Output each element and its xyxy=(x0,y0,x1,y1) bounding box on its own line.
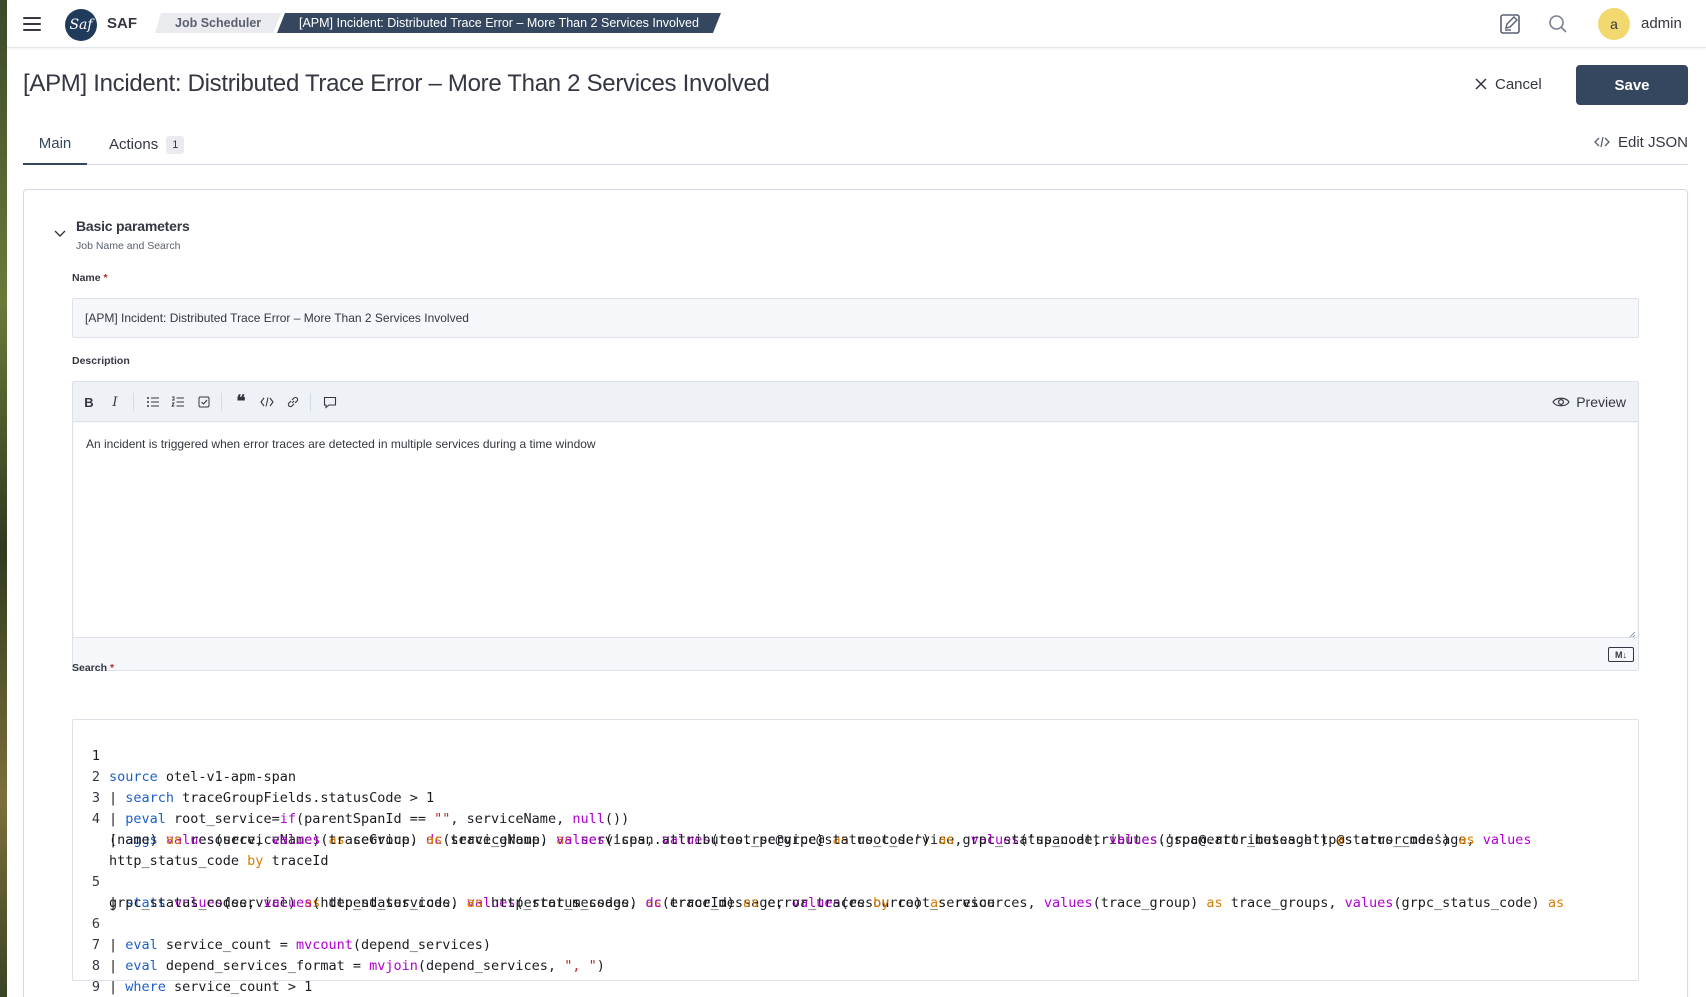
comment-icon[interactable] xyxy=(320,392,340,412)
cancel-label: Cancel xyxy=(1495,75,1542,93)
description-editor: B I ❝ Preview An incident is triggered w… xyxy=(72,381,1639,671)
toolbar-divider xyxy=(133,393,134,411)
bullet-list-icon[interactable] xyxy=(143,392,163,412)
edit-json-button[interactable]: Edit JSON xyxy=(1594,124,1688,160)
saf-logo: Saf xyxy=(65,9,97,41)
description-textarea[interactable]: An incident is triggered when error trac… xyxy=(74,423,1637,638)
breadcrumb-current-job[interactable]: [APM] Incident: Distributed Trace Error … xyxy=(277,13,721,33)
code-line: (name) as resource, values(traceGroup) a… xyxy=(73,809,1638,848)
line-number: 9 xyxy=(91,979,100,995)
code-token: where xyxy=(125,979,166,995)
chevron-down-icon[interactable] xyxy=(52,225,68,241)
required-mark: * xyxy=(103,272,108,284)
resize-handle[interactable] xyxy=(1628,626,1636,639)
page-title: [APM] Incident: Distributed Trace Error … xyxy=(23,70,770,97)
code-line: 9 | rename root_service as service xyxy=(73,956,1638,995)
notes-icon[interactable] xyxy=(1498,12,1522,36)
name-label-text: Name xyxy=(72,272,101,284)
tab-actions-label: Actions xyxy=(109,136,159,153)
user-avatar[interactable]: a xyxy=(1598,8,1630,40)
bold-button[interactable]: B xyxy=(79,392,99,412)
markdown-toolbar: B I ❝ Preview xyxy=(73,382,1638,422)
code-line: http_status_code by traceId xyxy=(73,830,1638,869)
code-line: 5 | stats values(service) as depend_serv… xyxy=(73,851,1638,911)
code-line: 8 | where service_count > 1 xyxy=(73,935,1638,995)
brand-name: SAF xyxy=(107,15,137,32)
breadcrumb-job-scheduler[interactable]: Job Scheduler xyxy=(155,13,281,33)
code-line: 4 | aggs values(serviceName) as service,… xyxy=(73,788,1638,848)
search-label: Search * xyxy=(72,662,114,674)
code-token: service_count > 1 xyxy=(165,979,313,995)
markdown-badge: M↓ xyxy=(1608,647,1634,662)
name-input[interactable] xyxy=(72,298,1639,338)
actions-count-badge: 1 xyxy=(166,135,185,154)
edit-json-label: Edit JSON xyxy=(1617,133,1688,151)
name-label: Name * xyxy=(72,272,108,284)
code-line: 6 | eval service_count = mvcount(depend_… xyxy=(73,893,1638,953)
preview-label: Preview xyxy=(1576,394,1626,410)
save-button[interactable]: Save xyxy=(1576,65,1688,105)
close-icon xyxy=(1475,78,1487,90)
tab-main-label: Main xyxy=(38,135,72,152)
section-title[interactable]: Basic parameters xyxy=(76,218,190,234)
desktop-edge xyxy=(0,0,7,997)
search-label-text: Search xyxy=(72,662,108,674)
italic-button[interactable]: I xyxy=(105,392,125,412)
cancel-button[interactable]: Cancel xyxy=(1475,70,1542,98)
search-query-editor[interactable]: 1 source otel-v1-apm-span 2 | search tra… xyxy=(72,719,1639,995)
top-header: Saf SAF Job Scheduler [APM] Incident: Di… xyxy=(7,0,1706,48)
required-mark: * xyxy=(109,662,115,674)
code-icon xyxy=(1594,136,1610,148)
code-line: grpc_status_codes, values(http_status_co… xyxy=(73,872,1638,911)
username[interactable]: admin xyxy=(1641,15,1682,32)
code-line: 2 | search traceGroupFields.statusCode >… xyxy=(73,746,1638,806)
toolbar-divider xyxy=(310,393,311,411)
toolbar-divider xyxy=(221,393,222,411)
section-subtitle: Job Name and Search xyxy=(76,240,181,252)
code-line: 1 source otel-v1-apm-span xyxy=(73,725,1638,785)
search-icon[interactable] xyxy=(1546,12,1570,36)
app-window: Saf SAF Job Scheduler [APM] Incident: Di… xyxy=(7,0,1706,997)
tab-actions[interactable]: Actions 1 xyxy=(109,124,185,165)
description-label: Description xyxy=(72,355,130,367)
markdown-footer: M↓ xyxy=(73,637,1638,670)
preview-button[interactable]: Preview xyxy=(1552,392,1626,412)
hamburger-icon[interactable] xyxy=(21,13,43,35)
checklist-icon[interactable] xyxy=(194,392,214,412)
code-line: 3 | peval root_service=if(parentSpanId =… xyxy=(73,767,1638,827)
numbered-list-icon[interactable] xyxy=(168,392,188,412)
code-icon[interactable] xyxy=(257,392,277,412)
quote-icon[interactable]: ❝ xyxy=(231,392,251,412)
tab-bar: Main Actions 1 Edit JSON xyxy=(23,124,1688,165)
tab-main[interactable]: Main xyxy=(23,124,87,165)
eye-icon xyxy=(1552,397,1570,407)
code-line: 7 | eval depend_services_format = mvjoin… xyxy=(73,914,1638,974)
link-icon[interactable] xyxy=(283,392,303,412)
